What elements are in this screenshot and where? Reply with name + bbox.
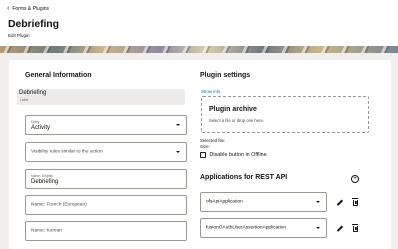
label-readonly-field: Debriefing Label [17,89,185,105]
back-link-label: Forms & Plugins [12,5,50,12]
edit-rest-app-button[interactable] [336,198,344,206]
entity-value: Activity [31,125,51,131]
entity-label: Entity [31,120,40,124]
label-caption: Label [20,98,29,102]
chevron-left-icon: ‹ [7,5,10,12]
plugin-archive-dropzone[interactable]: Plugin archive Select a file or drop one… [201,96,369,133]
rest-app-select[interactable]: fusionOAuthUserAssertionApplication [200,218,327,238]
trash-icon [352,198,359,206]
decorative-banner [0,46,398,53]
pencil-icon [336,224,344,232]
show-info-link[interactable]: Show info [201,89,220,94]
rest-api-heading: Applications for REST API [200,174,288,181]
name-french-placeholder: Name: French (European) [31,202,87,208]
chevron-down-icon [176,151,180,153]
visibility-rules-placeholder: Visibility rules similar to the action [31,149,103,155]
back-link[interactable]: ‹ Forms & Plugins [7,4,49,13]
disable-offline-checkbox[interactable] [200,152,206,158]
general-information-heading: General Information [25,72,92,79]
page-subtitle: Edit Plugin [8,33,30,38]
chevron-down-icon [176,124,180,126]
disable-offline-label: Disable button in Offline [209,152,267,158]
pencil-icon [336,198,344,206]
size-label: Size: [200,144,210,149]
name-korean-input[interactable]: Name: Korean [25,221,187,241]
rest-app-value: fusionOAuthUserAssertionApplication [206,225,286,231]
plugin-archive-title: Plugin archive [209,106,257,113]
rest-app-value: ofsApiApplication [206,199,243,205]
disable-offline-checkbox-row[interactable]: Disable button in Offline [200,152,267,158]
visibility-rules-select[interactable]: Visibility rules similar to the action [25,142,187,162]
label-value: Debriefing [19,90,47,96]
plugin-settings-heading: Plugin settings [200,72,251,79]
add-application-button[interactable]: + [351,175,359,183]
delete-rest-app-button[interactable] [351,224,359,232]
name-english-value: Debriefing [31,179,59,185]
name-korean-placeholder: Name: Korean [31,228,62,234]
name-english-input[interactable]: Name: English Debriefing [25,169,187,189]
trash-icon [352,224,359,232]
name-french-input[interactable]: Name: French (European) [25,195,187,215]
selected-file-label: Selected file: [200,138,226,143]
header: ‹ Forms & Plugins Debriefing Edit Plugin [0,0,398,46]
plugin-archive-hint: Select a file or drop one here. [209,118,264,123]
rest-app-select[interactable]: ofsApiApplication [200,192,327,212]
entity-select[interactable]: Entity Activity [25,115,187,135]
page-title: Debriefing [8,18,59,30]
name-english-label: Name: English [31,174,54,178]
plus-icon: + [353,176,357,182]
edit-rest-app-button[interactable] [336,224,344,232]
delete-rest-app-button[interactable] [351,198,359,206]
chevron-down-icon [316,227,320,229]
chevron-down-icon [316,201,320,203]
